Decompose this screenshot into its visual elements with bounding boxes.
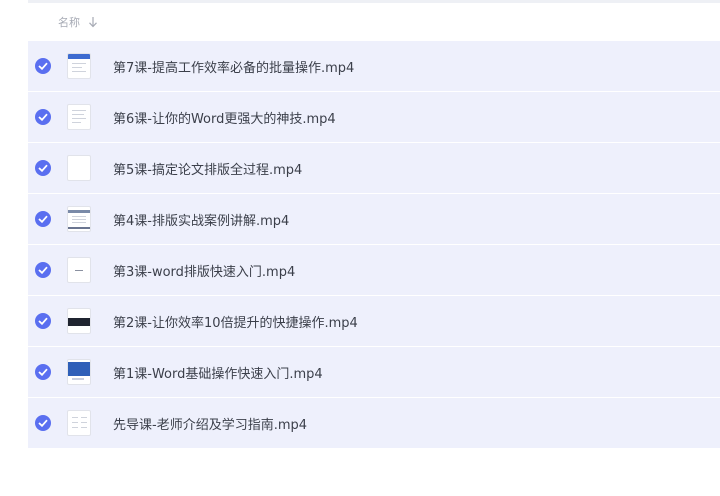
file-name[interactable]: 第7课-提高工作效率必备的批量操作.mp4 (113, 57, 354, 76)
file-name[interactable]: 第6课-让你的Word更强大的神技.mp4 (113, 108, 336, 127)
video-thumbnail (67, 308, 91, 334)
column-header-name[interactable]: 名称 (58, 14, 98, 30)
selected-check-icon[interactable] (35, 313, 51, 329)
file-name[interactable]: 第4课-排版实战案例讲解.mp4 (113, 210, 289, 229)
video-thumbnail (67, 53, 91, 79)
list-item[interactable]: 第6课-让你的Word更强大的神技.mp4 (28, 92, 720, 142)
selected-check-icon[interactable] (35, 211, 51, 227)
list-item[interactable]: 第2课-让你效率10倍提升的快捷操作.mp4 (28, 296, 720, 346)
selected-check-icon[interactable] (35, 415, 51, 431)
file-name[interactable]: 第2课-让你效率10倍提升的快捷操作.mp4 (113, 312, 358, 331)
video-thumbnail (67, 410, 91, 436)
list-item[interactable]: 第4课-排版实战案例讲解.mp4 (28, 194, 720, 244)
arrow-down-icon[interactable] (88, 16, 98, 28)
selected-check-icon[interactable] (35, 160, 51, 176)
list-item[interactable]: 第5课-搞定论文排版全过程.mp4 (28, 143, 720, 193)
list-item[interactable]: 第7课-提高工作效率必备的批量操作.mp4 (28, 41, 720, 91)
file-name[interactable]: 先导课-老师介绍及学习指南.mp4 (113, 414, 307, 433)
column-header-name-label: 名称 (58, 16, 80, 29)
list-item[interactable]: 第3课-word排版快速入门.mp4 (28, 245, 720, 295)
list-item[interactable]: 先导课-老师介绍及学习指南.mp4 (28, 398, 720, 448)
top-divider (28, 0, 720, 3)
selected-check-icon[interactable] (35, 364, 51, 380)
selected-check-icon[interactable] (35, 262, 51, 278)
file-name[interactable]: 第3课-word排版快速入门.mp4 (113, 261, 295, 280)
selected-check-icon[interactable] (35, 109, 51, 125)
selected-check-icon[interactable] (35, 58, 51, 74)
list-item[interactable]: 第1课-Word基础操作快速入门.mp4 (28, 347, 720, 397)
video-thumbnail (67, 104, 91, 130)
video-thumbnail (67, 359, 91, 385)
file-list: 第7课-提高工作效率必备的批量操作.mp4 第6课-让你的Word更强大的神技.… (28, 41, 720, 449)
file-name[interactable]: 第1课-Word基础操作快速入门.mp4 (113, 363, 323, 382)
list-header: 名称 (28, 4, 720, 40)
video-thumbnail (67, 257, 91, 283)
video-thumbnail (67, 155, 91, 181)
video-thumbnail (67, 206, 91, 232)
file-name[interactable]: 第5课-搞定论文排版全过程.mp4 (113, 159, 302, 178)
